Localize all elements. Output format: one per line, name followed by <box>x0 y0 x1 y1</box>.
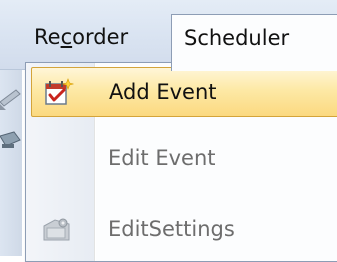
menu-item-add-event[interactable]: Add Event <box>31 67 337 117</box>
toolbar-pencil-icon[interactable] <box>0 84 22 110</box>
menu-item-edit-event[interactable]: Edit Event <box>31 134 337 184</box>
settings-folder-icon <box>43 218 70 241</box>
menu-item-edit-event-label: Edit Event <box>108 146 216 170</box>
menu-item-edit-settings-label: EditSettings <box>108 217 235 241</box>
toolbar-strip <box>0 70 22 256</box>
menu-item-add-event-label: Add Event <box>109 80 217 104</box>
menu-recorder[interactable]: Recorder <box>34 14 174 66</box>
toolbar-tool-icon[interactable] <box>0 128 22 154</box>
menu-item-edit-settings[interactable]: EditSettings <box>31 205 337 255</box>
calendar-add-icon <box>45 78 74 105</box>
menu-recorder-mnemonic: c <box>60 25 73 49</box>
menu-recorder-prefix: Re <box>34 25 61 49</box>
menu-bar: Recorder Scheduler <box>0 0 337 71</box>
menu-scheduler-label: Scheduler <box>184 26 290 50</box>
menu-recorder-suffix: order <box>72 25 129 49</box>
menu-scheduler[interactable]: Scheduler <box>171 14 337 71</box>
scheduler-dropdown-menu: Add Event Edit Event EditSettings <box>25 62 337 262</box>
